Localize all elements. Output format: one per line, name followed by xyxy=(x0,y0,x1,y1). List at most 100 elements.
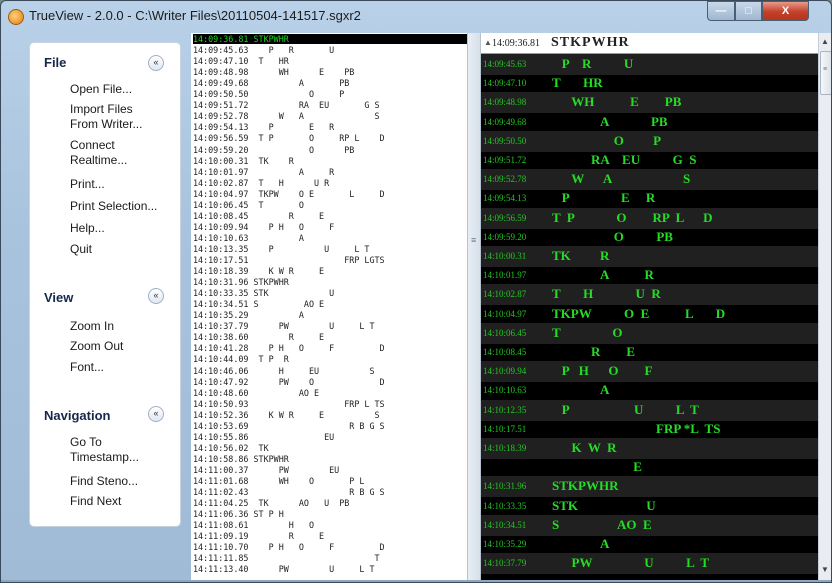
text-line[interactable]: 14:10:31.96 STKPWHR xyxy=(193,277,289,287)
pane-splitter[interactable]: ≡ xyxy=(467,33,481,580)
text-line[interactable]: 14:10:35.29 A xyxy=(193,310,304,320)
steno-row[interactable]: 14:09:59.20 O PB xyxy=(481,227,818,248)
text-line[interactable]: 14:10:53.69 R B G S xyxy=(193,421,385,431)
maximize-button[interactable]: □ xyxy=(735,1,762,21)
quit-link[interactable]: Quit xyxy=(70,242,178,257)
text-line[interactable]: 14:10:17.51 FRP LGTS xyxy=(193,255,385,265)
steno-row[interactable]: 14:10:08.45 R E xyxy=(481,342,818,363)
minimize-button[interactable]: — xyxy=(707,1,735,21)
text-line[interactable]: 14:09:49.68 A PB xyxy=(193,78,349,88)
open-file-link[interactable]: Open File... xyxy=(70,82,178,97)
text-line[interactable]: 14:10:58.86 STKPWHR xyxy=(193,454,289,464)
text-line[interactable]: 14:10:47.92 PW O D xyxy=(193,377,385,387)
text-line[interactable]: 14:11:02.43 R B G S xyxy=(193,487,385,497)
steno-row[interactable]: 14:10:37.79 PW U L T xyxy=(481,553,818,575)
text-line[interactable]: 14:10:46.06 H EU S xyxy=(193,366,375,376)
steno-row[interactable]: 14:09:56.59 T P O RP L D xyxy=(481,207,818,229)
text-line[interactable]: 14:10:38.60 R E xyxy=(193,332,324,342)
steno-row[interactable]: 14:09:48.98 WH E PB xyxy=(481,92,818,114)
steno-row[interactable]: 14:10:34.51 S AO E xyxy=(481,514,818,536)
steno-display-pane[interactable]: ▲ 14:09:36.81 STKPWHR 14:09:45.63 P R U1… xyxy=(481,33,818,580)
steno-row[interactable]: 14:09:49.68 A PB xyxy=(481,112,818,133)
steno-row[interactable]: 14:09:51.72 RA EU G S xyxy=(481,150,818,171)
text-line[interactable]: 14:10:10.63 A xyxy=(193,233,304,243)
text-line[interactable]: 14:10:01.97 A R xyxy=(193,167,334,177)
steno-row[interactable]: 14:10:00.31 TK R xyxy=(481,246,818,267)
vertical-scrollbar[interactable]: ▲ ≡ ▼ xyxy=(818,33,831,580)
find-steno-link[interactable]: Find Steno... xyxy=(70,474,178,489)
text-line[interactable]: 14:11:06.36 ST P H xyxy=(193,509,284,519)
text-line[interactable]: 14:09:45.63 P R U xyxy=(193,45,334,55)
raw-steno-text-pane[interactable]: 14:09:36.81 STKPWHR 14:09:45.63 P R U 14:0… xyxy=(191,33,467,580)
text-line[interactable]: 14:09:54.13 P E R xyxy=(193,122,334,132)
text-line[interactable]: 14:11:09.19 R E xyxy=(193,531,324,541)
text-line[interactable]: 14:11:10.70 P H O F D xyxy=(193,542,385,552)
go-to-timestamp-link[interactable]: Go To Timestamp... xyxy=(70,435,178,465)
text-line[interactable]: 14:09:56.59 T P O RP L D xyxy=(193,133,385,143)
text-line[interactable]: 14:11:04.25 TK AO U PB xyxy=(193,498,349,508)
text-line[interactable]: 14:11:08.61 H O xyxy=(193,520,314,530)
collapse-navigation-icon[interactable]: « xyxy=(148,406,164,422)
steno-row[interactable]: 14:10:04.97 TKPW O E L D xyxy=(481,304,818,325)
steno-row[interactable]: E xyxy=(481,457,818,478)
text-line[interactable]: 14:10:04.97 TKPW O E L D xyxy=(193,189,385,199)
text-line[interactable]: 14:10:06.45 T O xyxy=(193,200,304,210)
zoom-in-link[interactable]: Zoom In xyxy=(70,319,178,334)
text-line[interactable]: 14:09:51.72 RA EU G S xyxy=(193,100,380,110)
text-line[interactable]: 14:10:08.45 R E xyxy=(193,211,324,221)
text-line[interactable]: 14:09:48.98 WH E PB xyxy=(193,67,354,77)
text-line[interactable]: 14:11:13.40 PW U L T xyxy=(193,564,375,574)
steno-row[interactable]: 14:10:18.39 K W R xyxy=(481,438,818,459)
text-line[interactable]: 14:10:02.87 T H U R xyxy=(193,178,329,188)
font-link[interactable]: Font... xyxy=(70,360,178,375)
text-line[interactable]: 14:10:18.39 K W R E xyxy=(193,266,324,276)
steno-row[interactable]: 14:10:09.94 P H O F xyxy=(481,361,818,383)
scroll-down-icon[interactable]: ▼ xyxy=(821,565,829,574)
text-line[interactable]: 14:11:00.37 PW EU xyxy=(193,465,339,475)
text-line[interactable]: 14:09:36.81 STKPWHR xyxy=(193,34,467,44)
steno-row[interactable]: 14:10:17.51 FRP *L TS xyxy=(481,419,818,440)
text-line[interactable]: 14:10:34.51 S AO E xyxy=(193,299,324,309)
scroll-up-icon[interactable]: ▲ xyxy=(821,37,829,46)
find-next-link[interactable]: Find Next xyxy=(70,494,178,509)
text-line[interactable]: 14:09:50.50 O P xyxy=(193,89,344,99)
text-line[interactable]: 14:09:59.20 O PB xyxy=(193,145,354,155)
steno-row[interactable]: 14:09:54.13 P E R xyxy=(481,188,818,209)
print-link[interactable]: Print... xyxy=(70,177,178,192)
text-line[interactable]: 14:10:13.35 P U L T xyxy=(193,244,369,254)
steno-row[interactable]: 14:09:50.50 O P xyxy=(481,130,818,152)
text-line[interactable]: 14:10:33.35 STK U xyxy=(193,288,334,298)
text-line[interactable]: 14:10:48.60 AO E xyxy=(193,388,319,398)
text-line[interactable]: 14:11:11.85 T xyxy=(193,553,380,563)
steno-row[interactable]: 14:10:06.45 T O xyxy=(481,322,818,344)
text-line[interactable]: 14:09:52.78 W A S xyxy=(193,111,380,121)
text-line[interactable]: 14:10:44.09 T P R xyxy=(193,354,289,364)
text-line[interactable]: 14:10:56.02 TK xyxy=(193,443,269,453)
text-line[interactable]: 14:10:37.79 PW U L T xyxy=(193,321,375,331)
help-link[interactable]: Help... xyxy=(70,221,178,236)
steno-row[interactable]: 14:09:47.10 T HR xyxy=(481,73,818,94)
steno-row[interactable]: 14:09:45.63 P R U xyxy=(481,54,818,75)
steno-row[interactable]: 14:10:33.35 STK U xyxy=(481,496,818,517)
zoom-out-link[interactable]: Zoom Out xyxy=(70,339,178,354)
text-line[interactable]: 14:10:41.28 P H O F D xyxy=(193,343,385,353)
print-selection-link[interactable]: Print Selection... xyxy=(70,199,178,214)
close-button[interactable]: X xyxy=(762,1,809,21)
scrollbar-thumb[interactable]: ≡ xyxy=(820,51,831,95)
steno-row[interactable]: 14:10:10.63 A xyxy=(481,380,818,401)
text-line[interactable]: 14:09:47.10 T HR xyxy=(193,56,289,66)
text-line[interactable]: 14:11:01.68 WH O P L xyxy=(193,476,364,486)
connect-realtime-link[interactable]: Connect Realtime... xyxy=(70,138,178,168)
steno-row[interactable]: 14:09:52.78 W A S xyxy=(481,169,818,191)
steno-row[interactable]: 14:10:01.97 A R xyxy=(481,265,818,286)
steno-row[interactable]: 14:10:35.29 A xyxy=(481,534,818,555)
text-line[interactable]: 14:10:09.94 P H O F xyxy=(193,222,334,232)
text-line[interactable]: 14:10:52.36 K W R E S xyxy=(193,410,380,420)
steno-row[interactable]: 14:10:31.96 STKPWHR xyxy=(481,476,818,498)
text-line[interactable]: 14:10:55.86 EU xyxy=(193,432,334,442)
text-line[interactable]: 14:10:50.93 FRP L TS xyxy=(193,399,385,409)
import-files-link[interactable]: Import Files From Writer... xyxy=(70,102,178,132)
steno-row[interactable]: 14:10:12.35 P U L T xyxy=(481,399,818,421)
steno-row[interactable]: 14:10:02.87 T H U R xyxy=(481,284,818,306)
collapse-view-icon[interactable]: « xyxy=(148,288,164,304)
